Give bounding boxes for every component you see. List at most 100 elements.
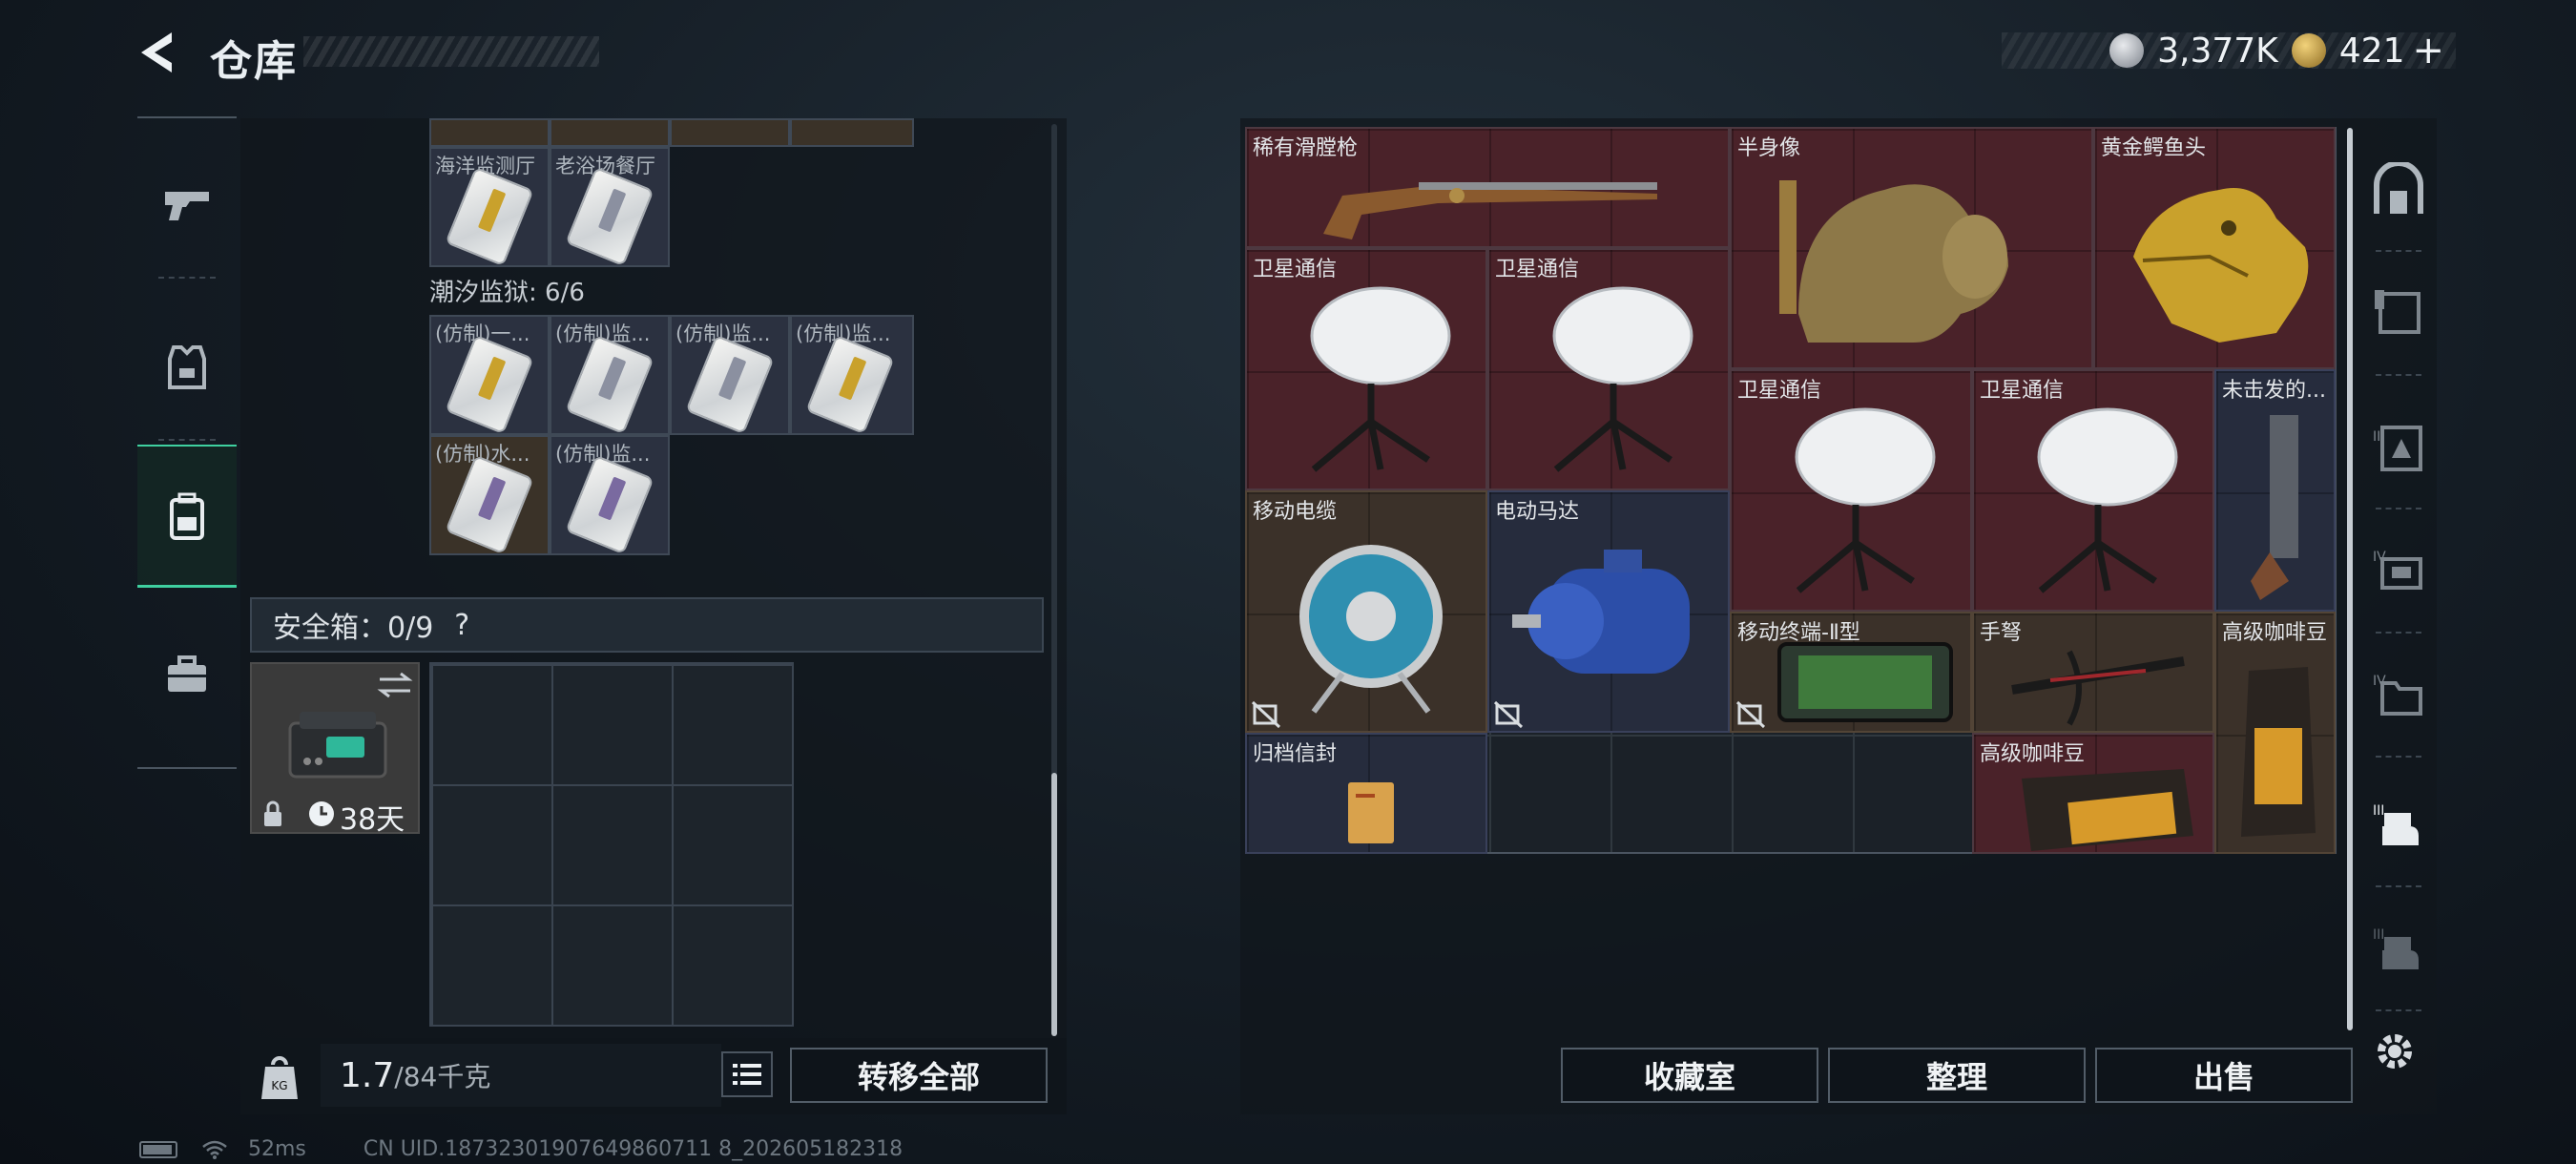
svg-text:KG: KG <box>271 1079 287 1092</box>
svg-text:IV: IV <box>2373 550 2386 565</box>
back-icon[interactable] <box>134 29 183 76</box>
access-card-icon <box>445 454 534 553</box>
safebox-header: 安全箱：0/9 ? <box>250 597 1044 653</box>
safebox-container[interactable]: 38天 <box>250 662 420 837</box>
wifi-icon <box>202 1140 227 1159</box>
title-decoration <box>303 36 599 67</box>
warehouse-item[interactable]: 卫星通信 <box>1245 248 1487 490</box>
sell-button[interactable]: 出售 <box>2095 1048 2353 1103</box>
inventory-slot[interactable] <box>550 118 670 147</box>
storage-level-iii-icon: III <box>2373 426 2422 471</box>
warehouse-category-tabs: III IV IV III III <box>2360 118 2437 1072</box>
warehouse-item[interactable]: 卫星通信 <box>1730 369 1972 612</box>
backpack-scroll-thumb[interactable] <box>1051 773 1057 1036</box>
armor-vest-icon <box>168 345 206 389</box>
satellite-dish-icon <box>1795 407 1936 593</box>
tab-storage-iii-active[interactable]: III <box>2360 763 2437 887</box>
warehouse-item[interactable]: 未击发的... <box>2214 369 2336 612</box>
weight-current: 1.7 <box>340 1055 395 1095</box>
clock-icon <box>309 801 334 826</box>
warehouse-item[interactable]: 手弩 <box>1972 612 2214 733</box>
golden-crocodile-head-icon <box>2133 188 2309 343</box>
settings-gear-icon[interactable] <box>2372 1029 2418 1074</box>
gold-coin-icon <box>2291 33 2326 68</box>
tab-weapons[interactable] <box>137 134 237 279</box>
tab-storage-iii[interactable]: III <box>2360 385 2437 509</box>
satellite-dish-icon <box>1552 286 1693 472</box>
weight-max: /84千克 <box>394 1061 491 1092</box>
inventory-slot[interactable] <box>790 118 914 147</box>
warehouse-item[interactable]: 卫星通信 <box>1972 369 2214 612</box>
tab-storage-iii-b[interactable]: III <box>2360 887 2437 1011</box>
ping-value: 52ms <box>248 1137 306 1161</box>
no-drop-icon <box>1251 700 1281 729</box>
access-card-icon <box>805 334 895 433</box>
tab-backpack[interactable] <box>137 445 237 588</box>
tab-all-storage[interactable] <box>2360 128 2437 252</box>
pistol-icon <box>165 192 209 220</box>
user-uid: CN UID.18732301907649860711 8_2026051823… <box>363 1137 904 1161</box>
warehouse-item[interactable]: 移动电缆 <box>1245 490 1487 733</box>
no-drop-icon <box>1493 700 1524 729</box>
left-category-tabs <box>137 116 237 769</box>
item-name: 高级咖啡豆 <box>2222 621 2328 645</box>
svg-text:IV: IV <box>2373 674 2386 689</box>
storage-level-iv-folder-icon: IV <box>2373 674 2422 716</box>
warehouse-item[interactable]: 电动马达 <box>1487 490 1730 733</box>
inventory-item[interactable]: (仿制)监... <box>550 315 670 435</box>
tab-storage-iv-b[interactable]: IV <box>2360 634 2437 758</box>
warehouse-item[interactable]: 高级咖啡豆 <box>2214 612 2336 854</box>
svg-text:III: III <box>2373 803 2384 819</box>
warehouse-item[interactable]: 稀有滑膛枪 <box>1245 127 1730 248</box>
sort-button[interactable]: 整理 <box>1828 1048 2086 1103</box>
warehouse-item[interactable]: 半身像 <box>1730 127 2093 369</box>
gold-currency-amount: 421 <box>2338 31 2405 71</box>
storage-level-iii-hand-icon: III <box>2373 927 2419 969</box>
item-name: 黄金鳄鱼头 <box>2101 136 2207 160</box>
inventory-item[interactable]: 老浴场餐厅 <box>550 147 670 267</box>
list-view-button[interactable] <box>721 1051 773 1097</box>
tab-storage-iv-a[interactable]: IV <box>2360 509 2437 634</box>
inventory-slot[interactable] <box>429 118 550 147</box>
mobile-terminal-icon <box>1777 642 1953 722</box>
inventory-item[interactable]: (仿制)一... <box>429 315 550 435</box>
storage-level-iv-icon: IV <box>2373 550 2422 590</box>
warehouse-item[interactable]: 黄金鳄鱼头 <box>2093 127 2336 369</box>
tab-armor[interactable] <box>137 296 237 441</box>
warehouse-item[interactable]: 移动终端-Ⅱ型 <box>1730 612 1972 733</box>
warehouse-item[interactable]: 卫星通信 <box>1487 248 1730 490</box>
safebox-capacity: 安全箱：0/9 <box>273 612 434 645</box>
silver-coin-icon <box>2109 33 2145 68</box>
warehouse-scrollbar[interactable] <box>2347 128 2353 1030</box>
list-icon <box>733 1064 761 1085</box>
electric-motor-icon <box>1512 550 1690 674</box>
backpack-icon <box>170 492 204 540</box>
coffee-bag-icon <box>2022 769 2193 851</box>
safebox-grid[interactable] <box>429 662 794 1027</box>
coffee-bag-icon <box>2241 667 2316 837</box>
storage-level-iii-hand-icon: III <box>2373 803 2419 845</box>
battery-icon <box>139 1140 177 1158</box>
unfired-cartridge-icon <box>2251 415 2298 600</box>
access-card-icon <box>445 334 534 433</box>
access-card-icon <box>685 334 775 433</box>
inventory-item[interactable]: (仿制)水... <box>429 435 550 555</box>
inventory-slot[interactable] <box>670 118 790 147</box>
inventory-item[interactable]: (仿制)监... <box>790 315 914 435</box>
inventory-item[interactable]: (仿制)监... <box>670 315 790 435</box>
cable-reel-icon <box>1299 545 1443 714</box>
transfer-all-button[interactable]: 转移全部 <box>790 1048 1048 1103</box>
tab-storage-ii[interactable] <box>2360 252 2437 376</box>
swap-icon[interactable] <box>376 670 414 700</box>
weight-display: 1.7 /84千克 <box>321 1044 721 1107</box>
tab-toolbox[interactable] <box>137 603 237 746</box>
warehouse-item[interactable]: 归档信封 <box>1245 733 1487 854</box>
status-bar: 52ms CN UID.18732301907649860711 8_20260… <box>139 1137 903 1161</box>
warehouse-item[interactable]: 高级咖啡豆 <box>1972 733 2214 854</box>
safebox-help-icon[interactable]: ? <box>454 609 469 642</box>
collection-room-button[interactable]: 收藏室 <box>1561 1048 1818 1103</box>
inventory-item[interactable]: (仿制)监... <box>550 435 670 555</box>
inventory-item[interactable]: 海洋监测厅 <box>429 147 550 267</box>
svg-text:III: III <box>2373 927 2384 943</box>
add-currency-button[interactable]: + <box>2412 29 2444 73</box>
